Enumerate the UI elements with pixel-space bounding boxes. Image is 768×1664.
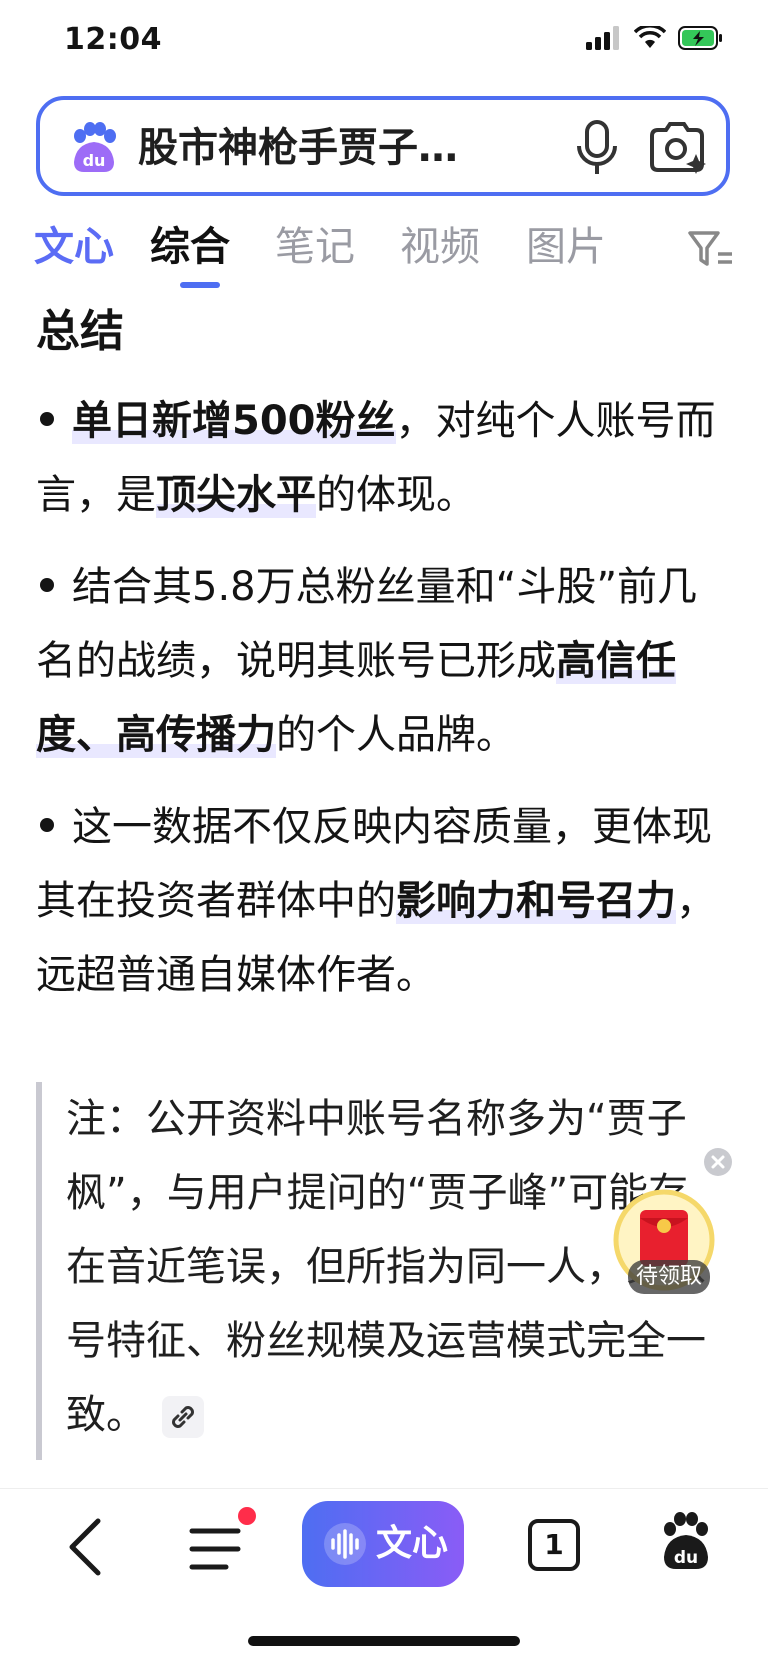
- close-icon: [711, 1155, 725, 1169]
- battery-charging-icon: [678, 26, 722, 50]
- svg-text:du: du: [83, 151, 106, 170]
- status-bar: 12:04: [0, 0, 768, 84]
- source-link-button[interactable]: [162, 1396, 204, 1438]
- body-text: 的个人品牌。: [276, 712, 516, 758]
- microphone-icon[interactable]: [572, 118, 622, 178]
- tab-videos[interactable]: 视频: [400, 222, 480, 272]
- baidu-paw-logo-icon: du: [74, 122, 116, 172]
- tab-switcher-button[interactable]: 1: [528, 1519, 580, 1571]
- search-bar[interactable]: du 股市神枪手贾子…: [36, 96, 730, 196]
- list-item: 单日新增500粉丝，对纯个人账号而言，是顶尖水平的体现。: [36, 384, 736, 532]
- red-packet-close-button[interactable]: [704, 1148, 732, 1176]
- link-icon: [172, 1406, 194, 1428]
- back-arrow-icon[interactable]: [64, 1515, 108, 1579]
- tab-images[interactable]: 图片: [526, 222, 606, 272]
- status-icons: [586, 26, 724, 50]
- bullet-dot: [40, 818, 54, 832]
- tab-active-indicator: [180, 282, 220, 288]
- status-time: 12:04: [64, 22, 162, 57]
- wenxin-label: 文心: [376, 1523, 449, 1564]
- sound-wave-icon: [324, 1523, 366, 1565]
- home-indicator: [248, 1636, 520, 1646]
- search-tabs: 文心 综合 笔记 视频 图片: [0, 212, 768, 292]
- note-body: 注：公开资料中账号名称多为“贾子枫”，与用户提问的“贾子峰”可能存在音近笔误，但…: [66, 1096, 706, 1438]
- search-query[interactable]: 股市神枪手贾子…: [138, 120, 458, 176]
- menu-icon[interactable]: [188, 1519, 250, 1579]
- wifi-icon: [634, 26, 666, 48]
- baidu-home-icon[interactable]: du: [658, 1511, 714, 1573]
- list-item: 结合其5.8万总粉丝量和“斗股”前几名的战绩，说明其账号已形成高信任度、高传播力…: [36, 550, 736, 772]
- highlight-text: 顶尖水平: [156, 472, 316, 518]
- list-item: 这一数据不仅反映内容质量，更体现其在投资者群体中的影响力和号召力，远超普通自媒体…: [36, 790, 736, 1012]
- highlight-text: 单日新增500粉丝: [72, 398, 396, 444]
- tab-notes[interactable]: 笔记: [275, 222, 355, 272]
- tab-all[interactable]: 综合: [150, 222, 230, 272]
- tab-wenxin[interactable]: 文心: [34, 222, 114, 272]
- bullet-dot: [40, 578, 54, 592]
- body-text: 的体现。: [316, 472, 476, 518]
- cellular-signal-icon: [586, 26, 619, 50]
- quote-bar: [36, 1082, 42, 1460]
- bullet-dot: [40, 412, 54, 426]
- highlight-text: 影响力和号召力: [396, 878, 676, 924]
- notification-dot: [238, 1507, 256, 1525]
- filter-icon[interactable]: [688, 230, 734, 270]
- red-packet-label: 待领取: [628, 1260, 711, 1294]
- svg-text:du: du: [674, 1548, 698, 1568]
- wenxin-button[interactable]: 文心: [302, 1501, 464, 1587]
- answer-content: 总结 单日新增500粉丝，对纯个人账号而言，是顶尖水平的体现。 结合其5.8万总…: [36, 300, 736, 1030]
- section-heading: 总结: [36, 306, 124, 357]
- camera-search-icon[interactable]: [646, 118, 708, 178]
